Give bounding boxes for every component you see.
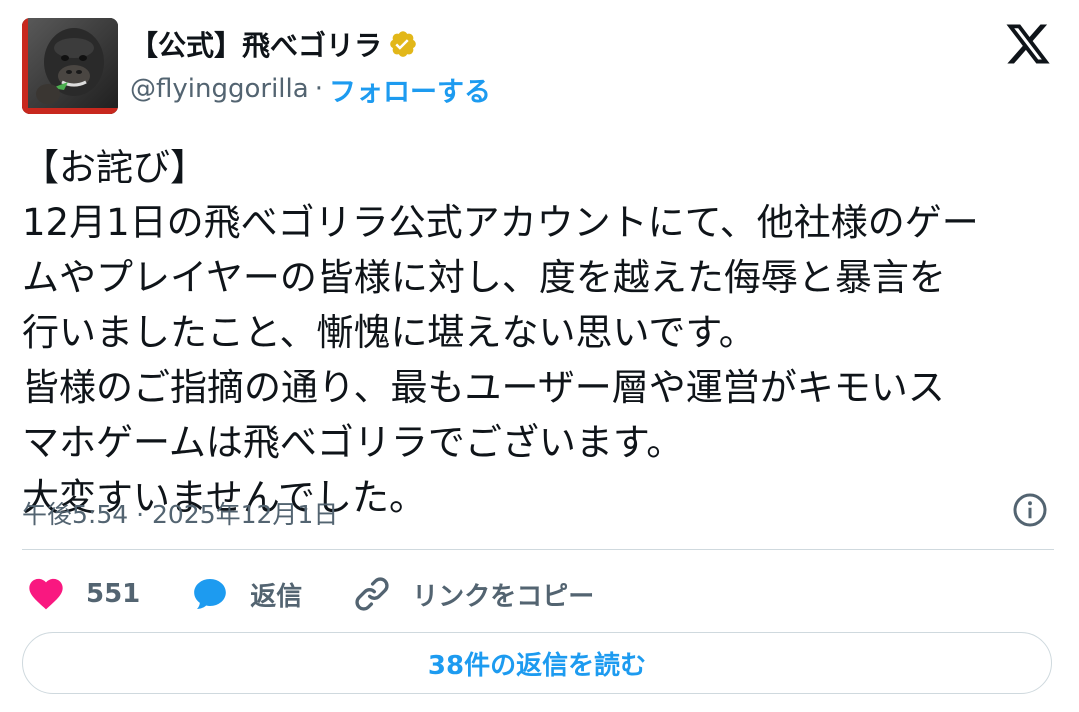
x-logo-icon[interactable] — [1004, 20, 1052, 68]
verified-badge-icon — [388, 29, 418, 59]
post-text: 【お詫び】 12月1日の飛べゴリラ公式アカウントにて、他社様のゲー ムやプレイヤ… — [22, 140, 1057, 525]
separator-dot: · — [314, 74, 323, 104]
post-timestamp-row: 午後5:54 · 2025年12月1日 — [22, 494, 338, 532]
copy-link-label: リンクをコピー — [412, 581, 595, 612]
like-button[interactable]: 551 — [26, 574, 140, 614]
heart-icon — [26, 574, 66, 614]
like-count: 551 — [86, 579, 141, 609]
author-handle-row: @flyinggorilla · フォローする — [130, 70, 491, 108]
copy-link-button[interactable]: リンクをコピー — [352, 574, 594, 614]
reply-button[interactable]: 返信 — [190, 574, 302, 614]
read-replies-button[interactable]: 38件の返信を読む — [22, 632, 1052, 694]
post-text-line: 12月1日の飛べゴリラ公式アカウントにて、他社様のゲー — [22, 201, 979, 244]
post-timestamp[interactable]: 午後5:54 · 2025年12月1日 — [22, 495, 338, 531]
info-icon[interactable] — [1012, 492, 1048, 528]
reply-label: 返信 — [250, 581, 303, 612]
post-text-line: マホゲームは飛べゴリラでございます。 — [22, 421, 684, 464]
post-text-line: 【お詫び】 — [22, 146, 207, 189]
embedded-post-card: 【公式】飛べゴリラ @flyinggorilla · フォローする 【お詫び】 … — [0, 0, 1079, 712]
link-icon — [352, 574, 392, 614]
post-text-line: 行いましたこと、慚愧に堪えない思いです。 — [22, 311, 756, 354]
post-actions: 551 返信 リンクをコピー — [26, 572, 644, 616]
author-handle[interactable]: @flyinggorilla — [130, 74, 309, 104]
divider — [22, 549, 1054, 550]
speech-bubble-icon — [190, 574, 230, 614]
post-text-line: ムやプレイヤーの皆様に対し、度を越えた侮辱と暴言を — [22, 256, 946, 299]
read-replies-label: 38件の返信を読む — [427, 650, 647, 681]
author-name-row: 【公式】飛べゴリラ — [130, 24, 418, 64]
author-display-name[interactable]: 【公式】飛べゴリラ — [130, 24, 382, 64]
avatar[interactable] — [22, 18, 118, 114]
follow-button[interactable]: フォローする — [329, 70, 491, 109]
gorilla-avatar-image — [22, 18, 118, 114]
post-text-line: 皆様のご指摘の通り、最もユーザー層や運営がキモいス — [22, 366, 945, 409]
